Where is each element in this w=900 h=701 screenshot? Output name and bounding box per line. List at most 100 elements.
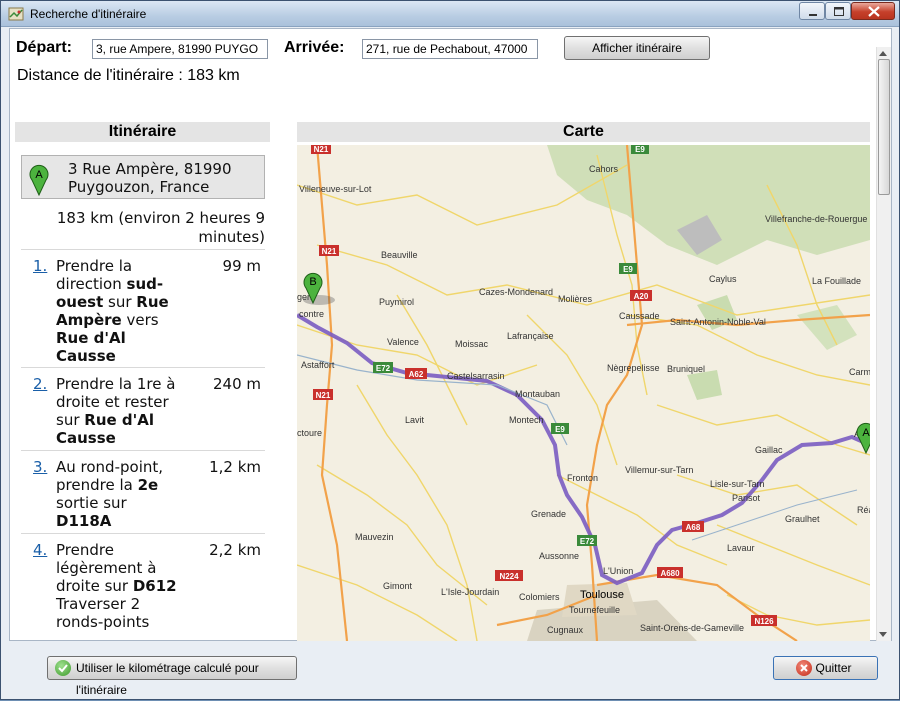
itinerary-step[interactable]: 4. Prendre légèrement à droite sur D612 T… — [21, 533, 265, 641]
vertical-scrollbar[interactable] — [876, 47, 891, 641]
svg-text:Cugnaux: Cugnaux — [547, 625, 584, 635]
svg-text:Montauban: Montauban — [515, 389, 560, 399]
step-number-link[interactable]: 2. — [33, 375, 47, 393]
svg-text:L'Union: L'Union — [603, 566, 633, 576]
client-area: Départ: 3, rue Ampere, 81990 PUYGO Arriv… — [9, 28, 892, 641]
svg-text:Saint-Orens-de-Gameville: Saint-Orens-de-Gameville — [640, 623, 744, 633]
itinerary-header: Itinéraire — [15, 122, 270, 142]
svg-text:Lafrançaise: Lafrançaise — [507, 331, 554, 341]
close-icon — [868, 6, 880, 17]
svg-text:Lavit: Lavit — [405, 415, 425, 425]
scroll-down-icon[interactable] — [879, 632, 887, 637]
svg-text:N224: N224 — [499, 572, 519, 581]
depart-input[interactable]: 3, rue Ampere, 81990 PUYGO — [92, 39, 268, 59]
summary-line1: 183 km (environ 2 heures 9 — [56, 209, 265, 227]
svg-text:Beauville: Beauville — [381, 250, 418, 260]
step-instruction: Prendre légèrement à droite sur D612 Trav… — [56, 541, 177, 631]
svg-text:Mauvezin: Mauvezin — [355, 532, 394, 542]
map-canvas[interactable]: N21 N21 N21 E72 A62 E9 E9 A20 E72 A68 A6… — [297, 145, 870, 641]
title-bar[interactable]: Recherche d'itinéraire — [1, 1, 899, 27]
svg-text:Caussade: Caussade — [619, 311, 660, 321]
svg-text:A62: A62 — [409, 370, 424, 379]
svg-text:Bruniquel: Bruniquel — [667, 364, 705, 374]
use-mileage-label: Utiliser le kilométrage calculé pour l'i… — [76, 661, 259, 697]
route-summary: 183 km (environ 2 heures 9 minutes) — [21, 209, 265, 247]
scroll-up-icon[interactable] — [879, 51, 887, 56]
step-instruction: Au rond-point, prendre la 2e sortie sur … — [56, 458, 164, 530]
svg-text:Graulhet: Graulhet — [785, 514, 820, 524]
start-address-line1: 3 Rue Ampère, 81990 — [68, 160, 232, 178]
arrivee-label: Arrivée: — [284, 39, 345, 56]
arrivee-input[interactable]: 271, rue de Pechabout, 47000 — [362, 39, 538, 59]
svg-text:contre: contre — [299, 309, 324, 319]
svg-text:Fronton: Fronton — [567, 473, 598, 483]
svg-text:N126: N126 — [754, 617, 774, 626]
svg-text:ctoure: ctoure — [297, 428, 322, 438]
svg-text:L'Isle-Jourdain: L'Isle-Jourdain — [441, 587, 499, 597]
close-button[interactable] — [851, 2, 895, 20]
svg-text:Castelsarrasin: Castelsarrasin — [447, 371, 505, 381]
svg-text:E9: E9 — [623, 265, 633, 274]
depart-label: Départ: — [16, 39, 73, 56]
svg-text:Cahors: Cahors — [589, 164, 619, 174]
svg-text:N21: N21 — [316, 391, 331, 400]
svg-text:Aussonne: Aussonne — [539, 551, 579, 561]
svg-text:Villemur-sur-Tarn: Villemur-sur-Tarn — [625, 465, 693, 475]
use-mileage-button[interactable]: Utiliser le kilométrage calculé pour l'i… — [47, 656, 297, 697]
step-number-link[interactable]: 4. — [33, 541, 47, 559]
svg-text:N21: N21 — [322, 247, 337, 256]
svg-text:Colomiers: Colomiers — [519, 592, 560, 602]
summary-line2: minutes) — [198, 228, 265, 246]
svg-text:Moissac: Moissac — [455, 339, 489, 349]
map-header: Carte — [297, 122, 870, 142]
minimize-icon — [809, 14, 817, 16]
svg-text:Toulouse: Toulouse — [580, 589, 624, 601]
check-icon — [55, 660, 71, 676]
cancel-icon — [796, 660, 812, 676]
window-title: Recherche d'itinéraire — [30, 7, 147, 21]
distance-text: Distance de l'itinéraire : 183 km — [17, 67, 240, 84]
svg-text:Gaillac: Gaillac — [755, 445, 783, 455]
svg-text:Molières: Molières — [558, 294, 593, 304]
svg-text:Villeneuve-sur-Lot: Villeneuve-sur-Lot — [299, 184, 372, 194]
svg-text:A68: A68 — [686, 523, 701, 532]
svg-text:Tournefeuille: Tournefeuille — [569, 605, 620, 615]
maximize-icon — [834, 7, 844, 16]
svg-text:E72: E72 — [376, 364, 391, 373]
svg-text:Grenade: Grenade — [531, 509, 566, 519]
step-number-link[interactable]: 1. — [33, 257, 47, 275]
minimize-button[interactable] — [799, 2, 825, 20]
step-instruction: Prendre la direction sud-ouest sur Rue A… — [56, 257, 169, 365]
svg-text:Lavaur: Lavaur — [727, 543, 755, 553]
app-window: Recherche d'itinéraire Départ: 3, rue Am… — [0, 0, 900, 700]
start-address: 3 Rue Ampère, 81990 Puygouzon, France — [68, 160, 232, 196]
itinerary-panel[interactable]: A 3 Rue Ampère, 81990 Puygouzon, France … — [15, 145, 270, 641]
step-distance: 1,2 km — [209, 458, 261, 476]
svg-text:Caylus: Caylus — [709, 274, 737, 284]
show-itinerary-button[interactable]: Afficher itinéraire — [564, 36, 710, 60]
start-address-line2: Puygouzon, France — [68, 178, 210, 196]
svg-text:A680: A680 — [660, 569, 680, 578]
step-number-link[interactable]: 3. — [33, 458, 47, 476]
itinerary-step[interactable]: 1. Prendre la direction sud-ouest sur Ru… — [21, 249, 265, 367]
step-distance: 240 m — [212, 375, 261, 393]
app-icon — [8, 7, 24, 21]
quit-button[interactable]: Quitter — [773, 656, 878, 680]
svg-text:N21: N21 — [314, 145, 329, 154]
svg-text:Parisot: Parisot — [732, 493, 761, 503]
maximize-button[interactable] — [825, 2, 851, 20]
step-distance: 2,2 km — [209, 541, 261, 559]
svg-text:A20: A20 — [634, 292, 649, 301]
svg-text:Réa: Réa — [857, 505, 870, 515]
itinerary-step[interactable]: 2. Prendre la 1re à droite et rester sur… — [21, 367, 265, 450]
svg-text:La Fouillade: La Fouillade — [812, 276, 861, 286]
scrollbar-thumb[interactable] — [878, 59, 890, 195]
svg-text:Astaffort: Astaffort — [301, 360, 335, 370]
start-marker-letter: A — [35, 169, 43, 181]
svg-text:Carm: Carm — [849, 367, 870, 377]
svg-text:Saint-Antonin-Noble-Val: Saint-Antonin-Noble-Val — [670, 317, 766, 327]
itinerary-step[interactable]: 3. Au rond-point, prendre la 2e sortie s… — [21, 450, 265, 533]
map-pin-icon: A — [29, 164, 49, 196]
route-map[interactable]: N21 N21 N21 E72 A62 E9 E9 A20 E72 A68 A6… — [297, 145, 870, 641]
svg-text:Cazes-Mondenard: Cazes-Mondenard — [479, 287, 553, 297]
